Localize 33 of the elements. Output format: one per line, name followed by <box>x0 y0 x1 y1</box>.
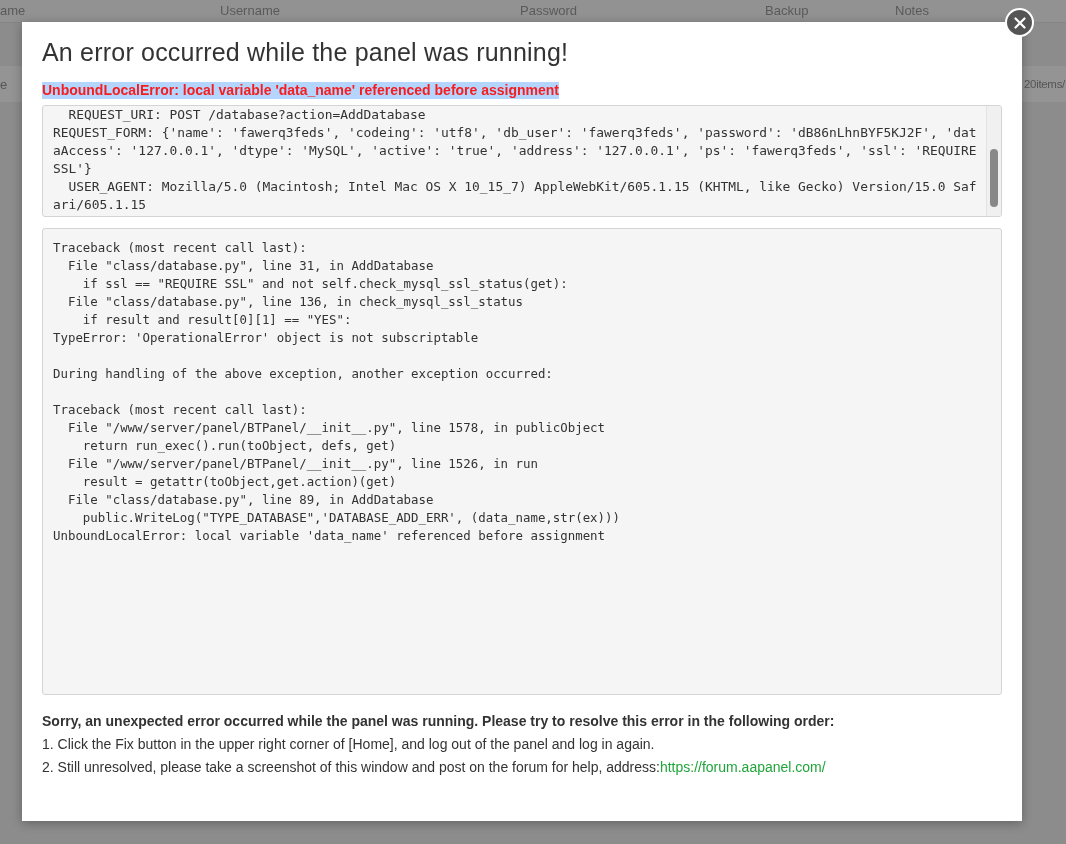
scrollbar[interactable] <box>986 106 1001 216</box>
traceback-line: File "class/database.py", line 89, in AddDatabase <box>66 491 435 509</box>
request-line: REQUEST_FORM: {'name': 'fawerq3feds', 'codeing': 'utf8', 'db_user': 'fawerq3feds', 'password': 'dB86nLhnBYF5KJ2F', 'dataAccess': '127.0.0.1', 'dtype': 'MySQL', 'active': 'true', 'address': '127.0.0.1', 'ps': 'fawerq3feds', 'ssl': 'REQUIRE SSL'} <box>53 124 978 178</box>
traceback-line: TypeError: 'OperationalError' object is not subscriptable <box>53 329 480 347</box>
column-header: Notes <box>895 2 930 20</box>
help-step: 1. Click the Fix button in the upper right corner of [Home], and log out of the panel and log in again. <box>42 736 1002 752</box>
traceback-line: return run_exec().run(toObject, defs, get) <box>81 437 398 455</box>
traceback-line: During handling of the above exception, another exception occurred: <box>53 365 554 383</box>
traceback-line: File "/www/server/panel/BTPanel/__init__.py", line 1578, in publicObject <box>66 419 607 437</box>
column-header: ame <box>0 2 26 20</box>
column-header: Username <box>220 2 281 20</box>
column-header: Backup <box>765 2 810 20</box>
request-line: REQUEST_URI: POST /database?action=AddDatabase <box>67 106 427 124</box>
column-header: Password <box>520 2 579 20</box>
pagination-text: 20items/ <box>1023 78 1065 90</box>
request-line: USER_AGENT: Mozilla/5.0 (Macintosh; Intel Mac OS X 10_15_7) AppleWebKit/605.1.15 (KHTML, like Gecko) Version/15.0 Safari/605.1.15 <box>53 178 978 214</box>
help-intro: Sorry, an unexpected error occurred while the panel was running. Please try to resolve this error in the following order: <box>42 713 836 729</box>
traceback-line: if ssl == "REQUIRE SSL" and not self.check_mysql_ssl_status(get): <box>81 275 569 293</box>
traceback-line: Traceback (most recent call last): <box>53 239 308 257</box>
traceback-line: if result and result[0][1] == "YES": <box>81 311 353 329</box>
traceback-line: result = getattr(toObject,get.action)(get) <box>81 473 398 491</box>
toolbar-text: e <box>0 76 8 92</box>
traceback-line: UnboundLocalError: local variable 'data_name' referenced before assignment <box>53 527 607 545</box>
traceback-line: Traceback (most recent call last): <box>53 401 308 419</box>
forum-link[interactable]: https://forum.aapanel.com/ <box>659 759 826 775</box>
help-step: 2. Still unresolved, please take a screenshot of this window and post on the forum for help, address:https://forum.aapanel.com/ <box>42 759 1002 775</box>
traceback-line: File "class/database.py", line 136, in check_mysql_ssl_status <box>66 293 524 311</box>
traceback-line: File "class/database.py", line 31, in AddDatabase <box>66 257 435 275</box>
close-icon <box>1013 16 1026 29</box>
dialog-title: An error occurred while the panel was running! <box>42 38 570 67</box>
error-message: UnboundLocalError: local variable 'data_name' referenced before assignment <box>42 82 560 99</box>
traceback-line: File "/www/server/panel/BTPanel/__init__.py", line 1526, in run <box>66 455 539 473</box>
traceback-line: public.WriteLog("TYPE_DATABASE",'DATABASE_ADD_ERR', (data_name,str(ex))) <box>81 509 621 527</box>
